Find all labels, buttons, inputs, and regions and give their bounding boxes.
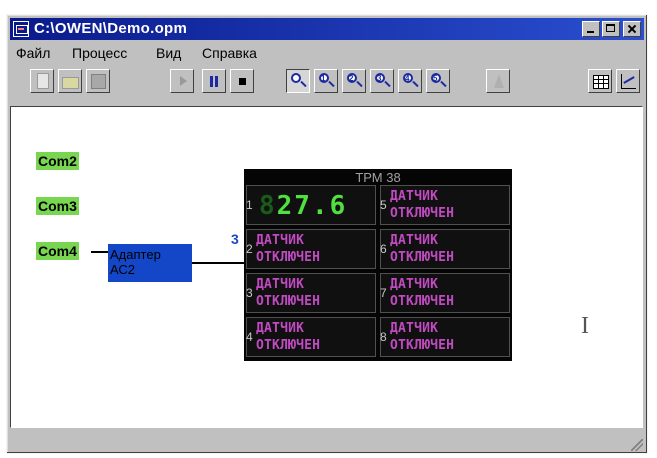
- open-file-button[interactable]: [58, 69, 82, 93]
- sensor-status-line1: ДАТЧИК: [390, 321, 439, 336]
- channel-cell[interactable]: 3 ДАТЧИК ОТКЛЮЧЕН: [246, 273, 376, 313]
- sensor-status-line2: ОТКЛЮЧЕН: [390, 250, 455, 265]
- port-com3[interactable]: Com3: [36, 197, 79, 215]
- channel-cell[interactable]: 2 ДАТЧИК ОТКЛЮЧЕН: [246, 229, 376, 269]
- menu-view[interactable]: Вид: [156, 45, 181, 61]
- channel-number: 3: [246, 286, 253, 300]
- channel-number: 1: [246, 198, 253, 212]
- zoom-3-label: 3: [377, 74, 382, 83]
- sensor-status-line1: ДАТЧИК: [390, 233, 439, 248]
- segment-dim: 8: [259, 191, 277, 221]
- adapter-name: Адаптер: [110, 247, 161, 262]
- sensor-status-line2: ОТКЛЮЧЕН: [390, 206, 455, 221]
- chart-view-button[interactable]: [616, 69, 640, 93]
- channel-cell[interactable]: 5 ДАТЧИК ОТКЛЮЧЕН: [380, 185, 510, 225]
- channel-cell[interactable]: 6 ДАТЧИК ОТКЛЮЧЕН: [380, 229, 510, 269]
- port-com2[interactable]: Com2: [36, 152, 79, 170]
- resize-grip-icon[interactable]: [631, 439, 643, 451]
- connection-number: 3: [231, 231, 239, 247]
- channel-number: 2: [246, 242, 253, 256]
- app-window: C:\OWEN\Demo.opm Файл Процесс Вид Справк…: [6, 14, 648, 454]
- channel-number: 7: [380, 286, 387, 300]
- menu-process[interactable]: Процесс: [72, 45, 127, 61]
- save-file-button[interactable]: [86, 69, 110, 93]
- sensor-status-line2: ОТКЛЮЧЕН: [256, 294, 321, 309]
- close-button[interactable]: [623, 21, 641, 37]
- segment-value: 27.6: [276, 191, 348, 221]
- zoom-1-button[interactable]: 1: [314, 69, 338, 93]
- zoom-5-button[interactable]: 5: [426, 69, 450, 93]
- flask-button[interactable]: [486, 69, 510, 93]
- zoom-3-button[interactable]: 3: [370, 69, 394, 93]
- port-com4[interactable]: Com4: [36, 242, 79, 260]
- adapter-block[interactable]: Адаптер АС2: [108, 244, 192, 282]
- zoom-4-label: 4: [405, 74, 410, 83]
- sensor-status-line2: ОТКЛЮЧЕН: [390, 338, 455, 353]
- zoom-2-label: 2: [349, 74, 354, 83]
- zoom-5-label: 5: [433, 74, 438, 83]
- sensor-status-line1: ДАТЧИК: [256, 233, 305, 248]
- zoom-1-label: 1: [321, 74, 326, 83]
- sensor-status-line1: ДАТЧИК: [390, 277, 439, 292]
- adapter-model: АС2: [110, 262, 136, 277]
- start-button[interactable]: [170, 69, 194, 93]
- table-view-button[interactable]: [588, 69, 612, 93]
- toolbar: 1 2 3 4 5: [10, 67, 644, 101]
- title-bar[interactable]: C:\OWEN\Demo.opm: [10, 18, 644, 40]
- menu-bar: Файл Процесс Вид Справка: [10, 43, 644, 63]
- channel-number: 6: [380, 242, 387, 256]
- channel-number: 4: [246, 330, 253, 344]
- stop-button[interactable]: [230, 69, 254, 93]
- sensor-status-line1: ДАТЧИК: [256, 321, 305, 336]
- channel-number: 5: [380, 198, 387, 212]
- channel-cell[interactable]: 1 827.6: [246, 185, 376, 225]
- sensor-status-line2: ОТКЛЮЧЕН: [390, 294, 455, 309]
- text-cursor-icon: I: [581, 313, 589, 339]
- sensor-status-line1: ДАТЧИК: [390, 189, 439, 204]
- sensor-status-line2: ОТКЛЮЧЕН: [256, 250, 321, 265]
- device-trm38[interactable]: ТРМ 38 1 827.6 5 ДАТЧИК ОТКЛЮЧЕН 2 ДАТЧИ…: [244, 169, 512, 361]
- sensor-status-line1: ДАТЧИК: [256, 277, 305, 292]
- device-title: ТРМ 38: [355, 170, 401, 185]
- status-bar: [10, 433, 643, 451]
- menu-file[interactable]: Файл: [16, 45, 50, 61]
- channel-value: 827.6: [259, 191, 347, 221]
- sensor-status-line2: ОТКЛЮЧЕН: [256, 338, 321, 353]
- menu-help[interactable]: Справка: [202, 45, 257, 61]
- zoom-2-button[interactable]: 2: [342, 69, 366, 93]
- bus-line: [192, 262, 244, 264]
- zoom-button[interactable]: [286, 69, 310, 93]
- new-file-button[interactable]: [30, 69, 54, 93]
- channel-cell[interactable]: 8 ДАТЧИК ОТКЛЮЧЕН: [380, 317, 510, 357]
- connector-line: [91, 251, 108, 253]
- workspace[interactable]: Com2 Com3 Com4 Адаптер АС2 3 ТРМ 38 1 82…: [10, 106, 643, 428]
- window-title: C:\OWEN\Demo.opm: [34, 20, 188, 37]
- pause-button[interactable]: [202, 69, 226, 93]
- channel-cell[interactable]: 7 ДАТЧИК ОТКЛЮЧЕН: [380, 273, 510, 313]
- channel-number: 8: [380, 330, 387, 344]
- maximize-button[interactable]: [602, 21, 620, 37]
- minimize-button[interactable]: [582, 21, 600, 37]
- zoom-4-button[interactable]: 4: [398, 69, 422, 93]
- channel-cell[interactable]: 4 ДАТЧИК ОТКЛЮЧЕН: [246, 317, 376, 357]
- app-icon[interactable]: [13, 21, 29, 37]
